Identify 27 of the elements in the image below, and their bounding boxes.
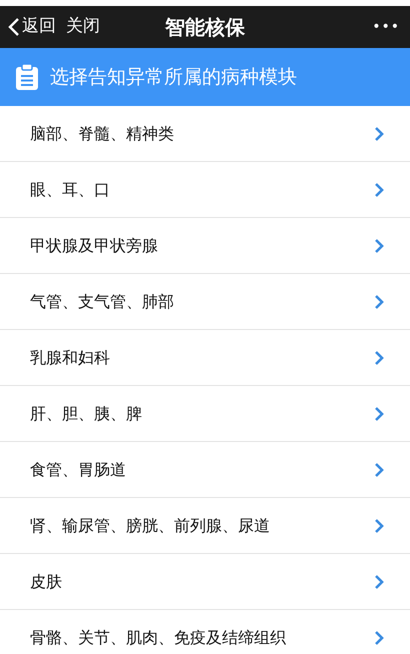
chevron-icon <box>374 406 384 422</box>
item-label: 肝、胆、胰、脾 <box>30 402 142 424</box>
chevron-icon <box>374 126 384 142</box>
item-label: 食管、胃肠道 <box>30 458 126 480</box>
item-label: 肾、输尿管、膀胱、前列腺、尿道 <box>30 514 270 536</box>
chevron-icon <box>374 294 384 310</box>
chevron-icon <box>374 574 384 590</box>
item-label: 脑部、脊髓、精神类 <box>30 122 174 144</box>
chevron-icon <box>374 462 384 478</box>
item-label: 甲状腺及甲状旁腺 <box>30 234 158 256</box>
item-label: 眼、耳、口 <box>30 178 110 200</box>
chevron-icon <box>374 182 384 198</box>
item-label: 气管、支气管、肺部 <box>30 290 174 312</box>
chevron-icon <box>374 238 384 254</box>
page-title: 智能核保 <box>165 14 245 41</box>
item-label: 乳腺和妇科 <box>30 346 110 368</box>
back-icon <box>8 17 20 37</box>
close-button[interactable]: 关闭 <box>66 14 100 40</box>
item-label: 皮肤 <box>30 570 62 592</box>
more-button[interactable]: ••• <box>372 16 400 38</box>
chevron-icon <box>374 630 384 646</box>
chevron-icon <box>374 518 384 534</box>
item-label: 骨骼、关节、肌肉、免疫及结缔组织 <box>30 626 286 648</box>
banner-title: 选择告知异常所属的病种模块 <box>50 64 297 90</box>
clipboard-icon <box>16 64 38 90</box>
back-button[interactable]: 返回 <box>8 14 56 40</box>
chevron-icon <box>374 350 384 366</box>
